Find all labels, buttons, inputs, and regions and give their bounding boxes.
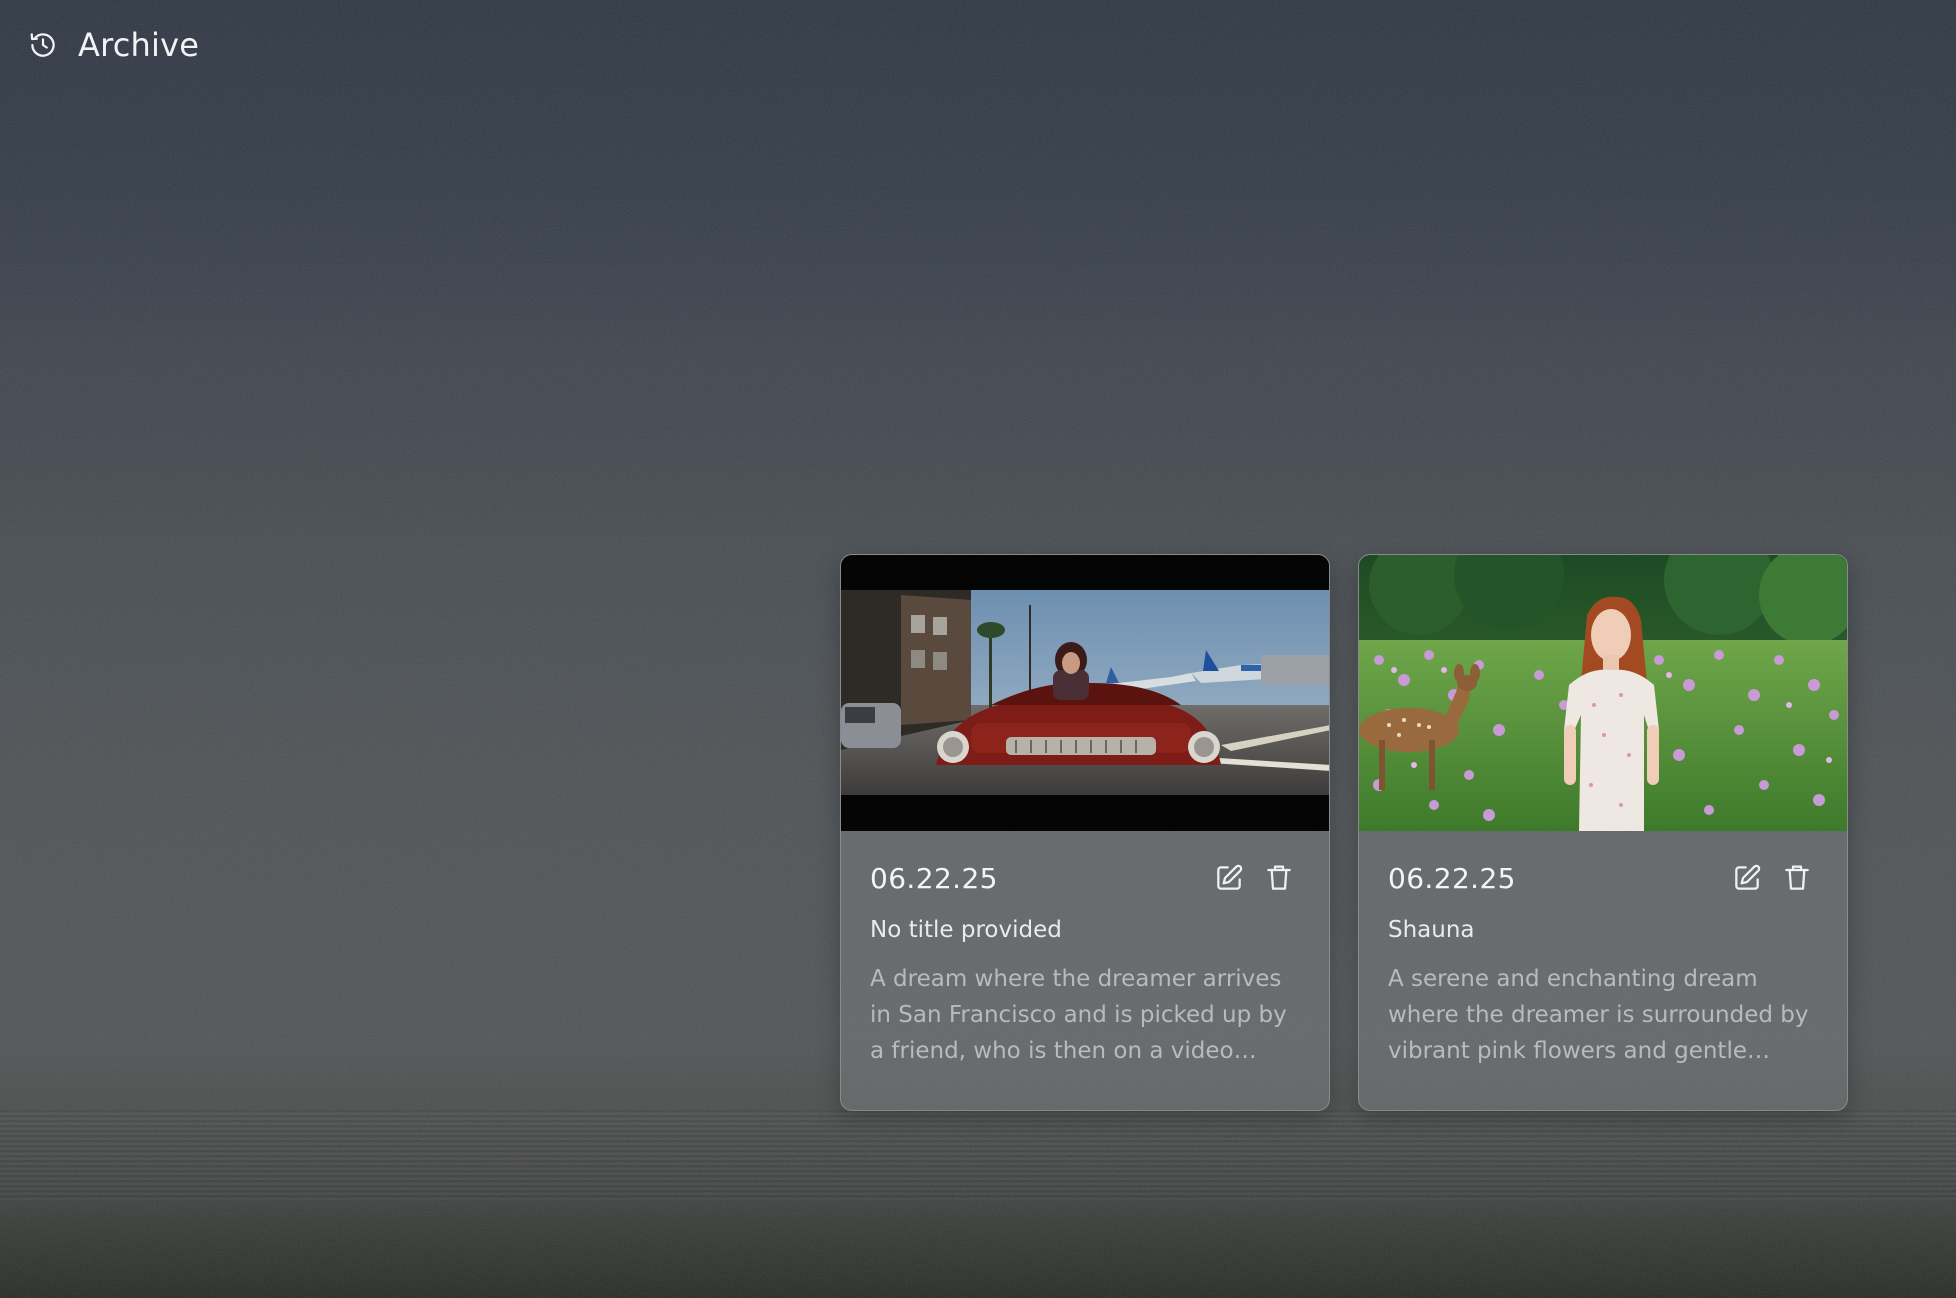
page-header: Archive (28, 26, 199, 64)
card-actions (1730, 861, 1814, 895)
dream-title: Shauna (1388, 917, 1475, 943)
trash-icon[interactable] (1262, 861, 1296, 895)
dream-description: A dream where the dreamer arrives in San… (870, 966, 1287, 1064)
dream-description: A serene and enchanting dream where the … (1388, 966, 1809, 1064)
dream-title: No title provided (870, 917, 1062, 943)
background-band (0, 1110, 1956, 1200)
dream-thumbnail-car[interactable] (841, 555, 1329, 831)
dream-date: 06.22.25 (1388, 861, 1516, 895)
dream-card[interactable]: 06.22.25 (840, 554, 1330, 1111)
dream-date: 06.22.25 (870, 861, 998, 895)
dream-thumbnail-meadow[interactable] (1359, 555, 1847, 831)
edit-icon[interactable] (1212, 861, 1246, 895)
page-title: Archive (78, 26, 200, 64)
background-band (0, 300, 1956, 420)
dream-card-list: 06.22.25 No title provided A dream where… (840, 554, 1848, 1111)
dream-card[interactable]: 06.22.25 (1358, 554, 1848, 1111)
card-actions (1212, 861, 1296, 895)
history-icon[interactable] (28, 30, 58, 60)
trash-icon[interactable] (1780, 861, 1814, 895)
edit-icon[interactable] (1730, 861, 1764, 895)
